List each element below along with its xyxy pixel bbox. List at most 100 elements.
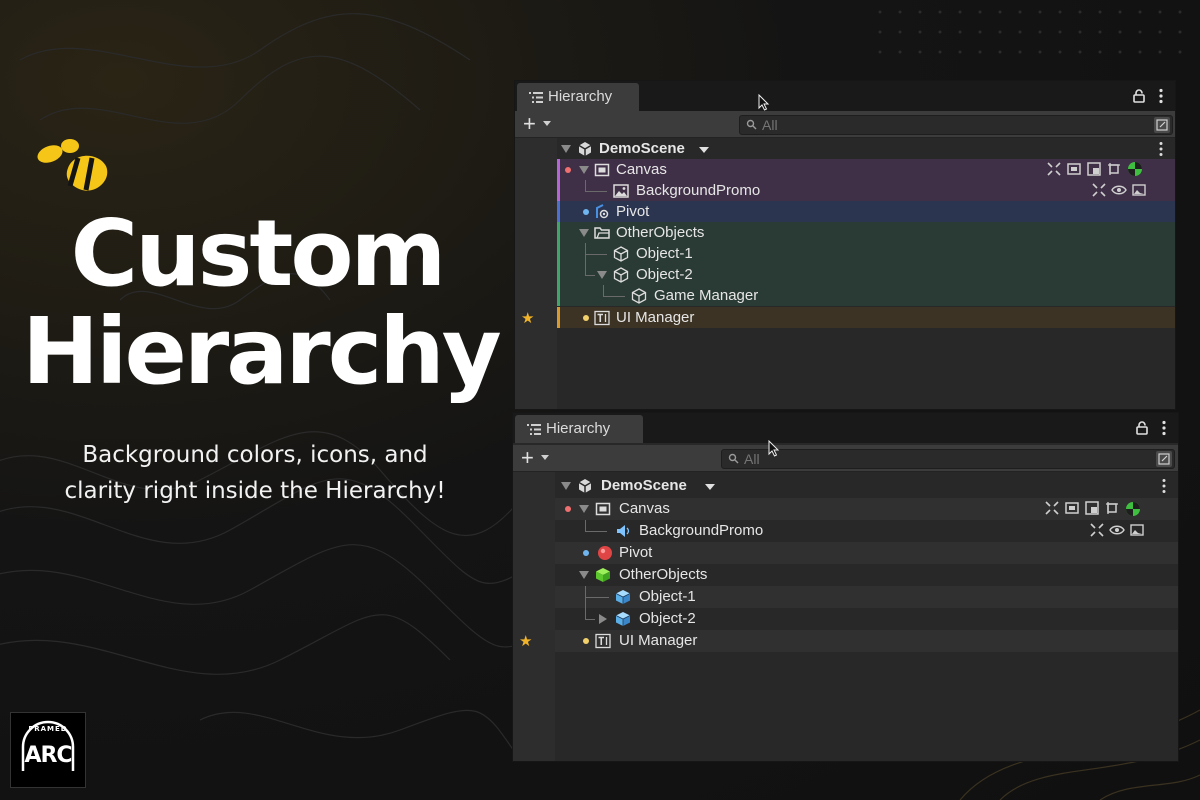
hierarchy-row-backgroundpromo[interactable]: BackgroundPromo xyxy=(555,520,1178,542)
hierarchy-row-object-2[interactable]: Object-2 xyxy=(557,264,1175,285)
ui-text-icon xyxy=(594,310,610,326)
favorite-star-icon[interactable]: ★ xyxy=(519,632,532,650)
gameobject-cube-icon xyxy=(613,246,629,262)
more-options-icon[interactable] xyxy=(1162,420,1166,436)
folder-icon xyxy=(594,227,610,239)
scene-row[interactable]: DemoScene xyxy=(555,475,1178,497)
color-bar xyxy=(557,307,560,328)
status-dot xyxy=(565,167,571,173)
add-dropdown-caret-icon[interactable] xyxy=(543,121,551,126)
canvas-scaler-icon[interactable] xyxy=(1087,162,1101,176)
rect-transform-icon[interactable] xyxy=(1090,523,1104,537)
row-label: Object-1 xyxy=(636,245,693,262)
hierarchy-row-object-2[interactable]: Object-2 xyxy=(555,608,1178,630)
mouse-cursor-icon xyxy=(768,440,780,457)
add-dropdown-caret-icon[interactable] xyxy=(541,455,549,460)
tree-line xyxy=(603,285,604,296)
graphic-raycaster-icon[interactable] xyxy=(1107,162,1121,176)
hierarchy-row-game-manager[interactable]: Game Manager xyxy=(557,285,1175,306)
unity-scene-icon xyxy=(578,142,592,156)
visibility-eye-icon[interactable] xyxy=(1111,183,1127,197)
row-label: Pivot xyxy=(616,203,650,220)
status-dot xyxy=(583,209,589,215)
scene-row[interactable]: DemoScene xyxy=(557,138,1175,159)
row-label: Canvas xyxy=(616,161,667,178)
row-label: BackgroundPromo xyxy=(639,522,764,539)
row-label: OtherObjects xyxy=(619,566,708,583)
hierarchy-row-ui-manager[interactable]: UI Manager xyxy=(557,307,1175,328)
search-options-icon[interactable] xyxy=(1154,117,1170,133)
rect-transform-icon[interactable] xyxy=(1047,162,1061,176)
rect-transform-icon[interactable] xyxy=(1092,183,1106,197)
tree-line xyxy=(585,520,586,531)
add-object-button[interactable]: + xyxy=(521,445,534,471)
row-label: UI Manager xyxy=(619,632,698,649)
favorite-star-icon[interactable]: ★ xyxy=(521,309,534,327)
more-options-icon[interactable] xyxy=(1159,88,1163,104)
expand-arrow-icon[interactable] xyxy=(561,145,571,153)
hierarchy-row-canvas[interactable]: Canvas xyxy=(557,159,1175,180)
canvas-component-icon[interactable] xyxy=(1065,501,1079,515)
rect-transform-icon[interactable] xyxy=(1045,501,1059,515)
row-label: UI Manager xyxy=(616,309,695,326)
collapsed-arrow-icon[interactable] xyxy=(599,614,607,624)
expand-arrow-icon[interactable] xyxy=(579,166,589,174)
tree-line xyxy=(585,275,595,276)
tree-line xyxy=(585,254,607,255)
image-icon xyxy=(613,184,629,198)
subtitle: Background colors, icons, and clarity ri… xyxy=(20,437,490,509)
canvas-scaler-icon[interactable] xyxy=(1085,501,1099,515)
search-input[interactable] xyxy=(744,450,1044,468)
tab-hierarchy[interactable]: Hierarchy xyxy=(517,83,639,111)
color-bar xyxy=(557,159,560,180)
search-field[interactable] xyxy=(721,449,1175,469)
hierarchy-row-object-1[interactable]: Object-1 xyxy=(557,243,1175,264)
tab-label: Hierarchy xyxy=(546,420,611,437)
toolbar: + xyxy=(515,111,1175,138)
hierarchy-row-pivot[interactable]: Pivot xyxy=(557,201,1175,222)
expand-arrow-icon[interactable] xyxy=(561,482,571,490)
canvas-component-icon[interactable] xyxy=(1067,162,1081,176)
scene-more-icon[interactable] xyxy=(1159,141,1163,157)
hierarchy-row-object-1[interactable]: Object-1 xyxy=(555,586,1178,608)
tree-line xyxy=(585,180,586,191)
row-label: OtherObjects xyxy=(616,224,705,241)
image-component-icon[interactable] xyxy=(1132,183,1146,197)
expand-arrow-icon[interactable] xyxy=(579,229,589,237)
search-field[interactable] xyxy=(739,115,1173,135)
hierarchy-row-backgroundpromo[interactable]: BackgroundPromo xyxy=(557,180,1175,201)
hierarchy-list-icon xyxy=(527,424,541,435)
visibility-eye-icon[interactable] xyxy=(1109,523,1125,537)
lock-icon[interactable] xyxy=(1136,421,1148,435)
lock-icon[interactable] xyxy=(1133,89,1145,103)
toolbar: + xyxy=(513,445,1178,472)
hierarchy-panel-top: Hierarchy + DemoScene xyxy=(514,80,1176,410)
canvas-icon xyxy=(595,502,611,516)
status-dot xyxy=(583,550,589,556)
framed-arc-logo: FRAMED ARC xyxy=(10,712,86,788)
hierarchy-row-canvas[interactable]: Canvas xyxy=(555,498,1178,520)
row-label: Object-2 xyxy=(639,610,696,627)
expand-arrow-icon[interactable] xyxy=(579,505,589,513)
row-label: Pivot xyxy=(619,544,653,561)
hierarchy-row-otherobjects[interactable]: OtherObjects xyxy=(557,222,1175,243)
bee-logo-icon xyxy=(37,139,108,191)
scene-menu-caret-icon[interactable] xyxy=(699,147,709,153)
image-component-icon[interactable] xyxy=(1130,523,1144,537)
scene-more-icon[interactable] xyxy=(1162,478,1166,494)
status-pie-icon[interactable] xyxy=(1127,161,1143,177)
expand-arrow-icon[interactable] xyxy=(579,571,589,579)
hierarchy-row-otherobjects[interactable]: OtherObjects xyxy=(555,564,1178,586)
search-input[interactable] xyxy=(762,116,1062,134)
search-options-icon[interactable] xyxy=(1156,451,1172,467)
tab-hierarchy[interactable]: Hierarchy xyxy=(515,415,643,443)
expand-arrow-icon[interactable] xyxy=(597,271,607,279)
hierarchy-row-ui-manager[interactable]: UI Manager xyxy=(555,630,1178,652)
graphic-raycaster-icon[interactable] xyxy=(1105,501,1119,515)
tab-label: Hierarchy xyxy=(548,88,613,105)
scene-menu-caret-icon[interactable] xyxy=(705,484,715,490)
color-bar xyxy=(557,264,560,285)
add-object-button[interactable]: + xyxy=(523,111,536,137)
status-pie-icon[interactable] xyxy=(1125,501,1141,517)
hierarchy-row-pivot[interactable]: Pivot xyxy=(555,542,1178,564)
